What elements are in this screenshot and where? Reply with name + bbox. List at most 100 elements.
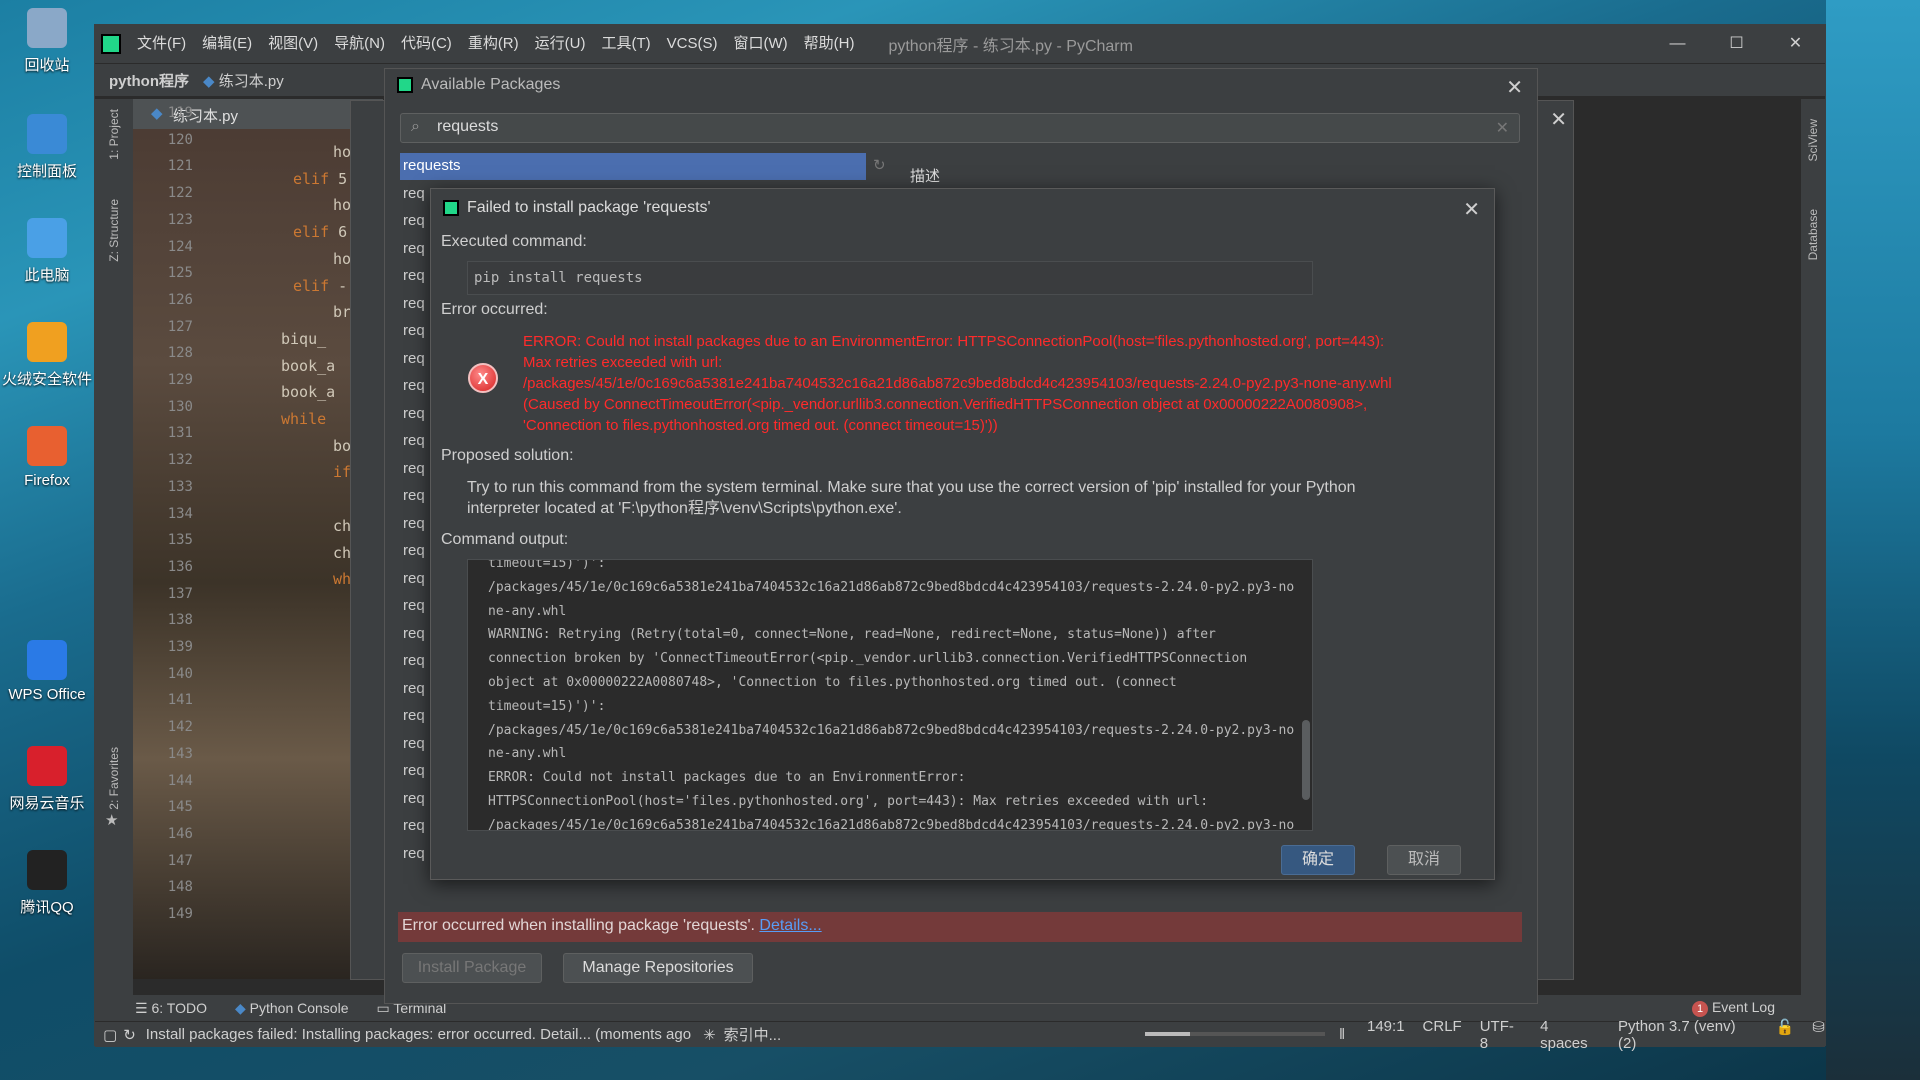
project-tool-tab[interactable]: 1: Project: [107, 109, 121, 160]
close-icon[interactable]: ✕: [1766, 25, 1825, 63]
menu-item[interactable]: 导航(N): [326, 25, 393, 63]
code-keyword: if: [333, 463, 352, 482]
menu-item[interactable]: VCS(S): [659, 25, 726, 63]
code-keyword: elif: [293, 169, 330, 188]
command-output-label: Command output:: [441, 531, 569, 548]
output-line: ne-any.whl: [488, 603, 567, 619]
menu-item[interactable]: 视图(V): [260, 25, 326, 63]
line-number: 123: [167, 211, 193, 228]
star-icon[interactable]: ★: [105, 811, 118, 829]
desktop-icon[interactable]: 腾讯QQ: [0, 850, 94, 917]
install-failed-close-icon[interactable]: ✕: [1463, 197, 1480, 222]
package-search-input[interactable]: ⌕ requests ✕: [400, 113, 1520, 143]
settings-close-icon[interactable]: ✕: [1550, 107, 1567, 132]
python-console-label: Python Console: [249, 999, 349, 1016]
minimize-icon[interactable]: —: [1648, 25, 1707, 63]
line-number: 129: [167, 372, 193, 388]
line-number: 119: [167, 105, 193, 121]
output-line: /packages/45/1e/0c169c6a5381e241ba740453…: [488, 722, 1295, 738]
desktop-icon[interactable]: Firefox: [0, 426, 94, 489]
desktop-icon[interactable]: 控制面板: [0, 114, 94, 181]
line-number: 126: [167, 291, 193, 308]
todo-tool-tab[interactable]: ☰ 6: TODO: [135, 1000, 207, 1017]
available-packages-close-icon[interactable]: ✕: [1506, 75, 1523, 100]
proposed-solution-label: Proposed solution:: [441, 447, 574, 464]
desktop-icon[interactable]: WPS Office: [0, 640, 94, 703]
code-text: ch: [333, 516, 352, 535]
status-message[interactable]: Install packages failed: Installing pack…: [146, 1026, 691, 1043]
menu-item[interactable]: 文件(F): [129, 25, 194, 63]
clear-search-icon[interactable]: ✕: [1496, 118, 1509, 138]
python-console-tool-tab[interactable]: ◆ Python Console: [235, 1000, 349, 1017]
caret-position[interactable]: 149:1: [1367, 1018, 1405, 1052]
sciview-tool-tab[interactable]: SciView: [1806, 119, 1820, 161]
indent-setting[interactable]: 4 spaces: [1540, 1018, 1600, 1052]
output-scrollbar[interactable]: [1302, 720, 1310, 800]
desktop-icon[interactable]: 网易云音乐: [0, 746, 94, 813]
wps-icon: [27, 640, 67, 680]
menu-item[interactable]: 工具(T): [593, 25, 658, 63]
line-number: 146: [167, 825, 193, 842]
code-line: ho: [333, 196, 351, 214]
line-number: 128: [167, 345, 193, 362]
desktop-icon[interactable]: 回收站: [0, 8, 94, 75]
huorong-icon: [27, 322, 67, 362]
interpreter-setting[interactable]: Python 3.7 (venv) (2): [1618, 1018, 1758, 1052]
status-bar: ▢ ↻ Install packages failed: Installing …: [95, 1018, 1825, 1052]
status-toggle-icon[interactable]: ▢: [103, 1026, 117, 1044]
code-text: biqu_: [281, 329, 327, 348]
line-separator[interactable]: CRLF: [1423, 1018, 1462, 1052]
menu-item[interactable]: 编辑(E): [194, 25, 260, 63]
output-line: ERROR: Could not install packages due to…: [488, 770, 966, 786]
file-encoding[interactable]: UTF-8: [1480, 1018, 1522, 1052]
menu-item[interactable]: 运行(U): [527, 25, 594, 63]
line-number: 127: [167, 318, 193, 335]
install-failed-titlebar: Failed to install package 'requests': [431, 189, 1494, 227]
code-line: wh: [333, 570, 351, 588]
breadcrumb-project[interactable]: python程序: [109, 70, 189, 91]
database-tool-tab[interactable]: Database: [1806, 209, 1820, 260]
code-line: br: [333, 303, 351, 321]
maximize-icon[interactable]: ☐: [1707, 25, 1766, 63]
breadcrumb-file[interactable]: ◆ 练习本.py: [203, 70, 284, 91]
menu-item[interactable]: 帮助(H): [796, 25, 863, 63]
event-log-tool-tab[interactable]: 1 Event Log: [1692, 999, 1775, 1017]
package-row-selected[interactable]: requests: [400, 153, 866, 180]
code-line: elif -: [293, 277, 347, 295]
output-line: timeout=15)')':: [488, 698, 606, 714]
spinner-icon: ✳: [703, 1026, 716, 1044]
code-editor[interactable]: ◆ 练习本.py 119 120 121 122 123 124 125 126 127 128 1…: [133, 99, 383, 979]
install-package-button[interactable]: Install Package: [402, 953, 542, 983]
window-controls: — ☐ ✕: [1648, 25, 1825, 63]
indexing-progress-fill: [1145, 1032, 1190, 1036]
menu-item[interactable]: 重构(R): [460, 25, 527, 63]
menu-item[interactable]: 代码(C): [393, 25, 460, 63]
line-number: 142: [167, 719, 193, 736]
line-number: 149: [167, 906, 193, 922]
line-number: 122: [167, 185, 193, 202]
line-number: 132: [167, 452, 193, 469]
lock-icon[interactable]: 🔓: [1776, 1018, 1795, 1052]
reload-icon[interactable]: ↻: [873, 156, 886, 174]
line-number: 143: [167, 745, 193, 762]
favorites-tool-tab[interactable]: 2: Favorites: [107, 747, 121, 810]
line-number: 137: [167, 585, 193, 602]
code-line: ho: [333, 250, 351, 268]
desktop-icon[interactable]: 此电脑: [0, 218, 94, 285]
pause-icon[interactable]: ‖: [1339, 1026, 1345, 1043]
details-link[interactable]: Details...: [759, 917, 821, 934]
indexing-progress: [1145, 1032, 1325, 1036]
memory-icon[interactable]: ⛁: [1812, 1018, 1825, 1052]
event-log-label: Event Log: [1711, 999, 1775, 1015]
line-number: 120: [167, 131, 193, 148]
command-output-area[interactable]: timeout=15)')': /packages/45/1e/0c169c6a5…: [467, 559, 1313, 831]
netease-music-icon: [27, 746, 67, 786]
desktop-icon[interactable]: 火绒安全软件: [0, 322, 94, 389]
executed-command-field[interactable]: pip install requests: [467, 261, 1313, 295]
manage-repositories-button[interactable]: Manage Repositories: [563, 953, 753, 983]
cancel-button[interactable]: 取消: [1387, 845, 1461, 875]
line-number: 125: [167, 265, 193, 282]
ok-button[interactable]: 确定: [1281, 845, 1355, 875]
menu-item[interactable]: 窗口(W): [725, 25, 795, 63]
structure-tool-tab[interactable]: Z: Structure: [107, 199, 121, 262]
